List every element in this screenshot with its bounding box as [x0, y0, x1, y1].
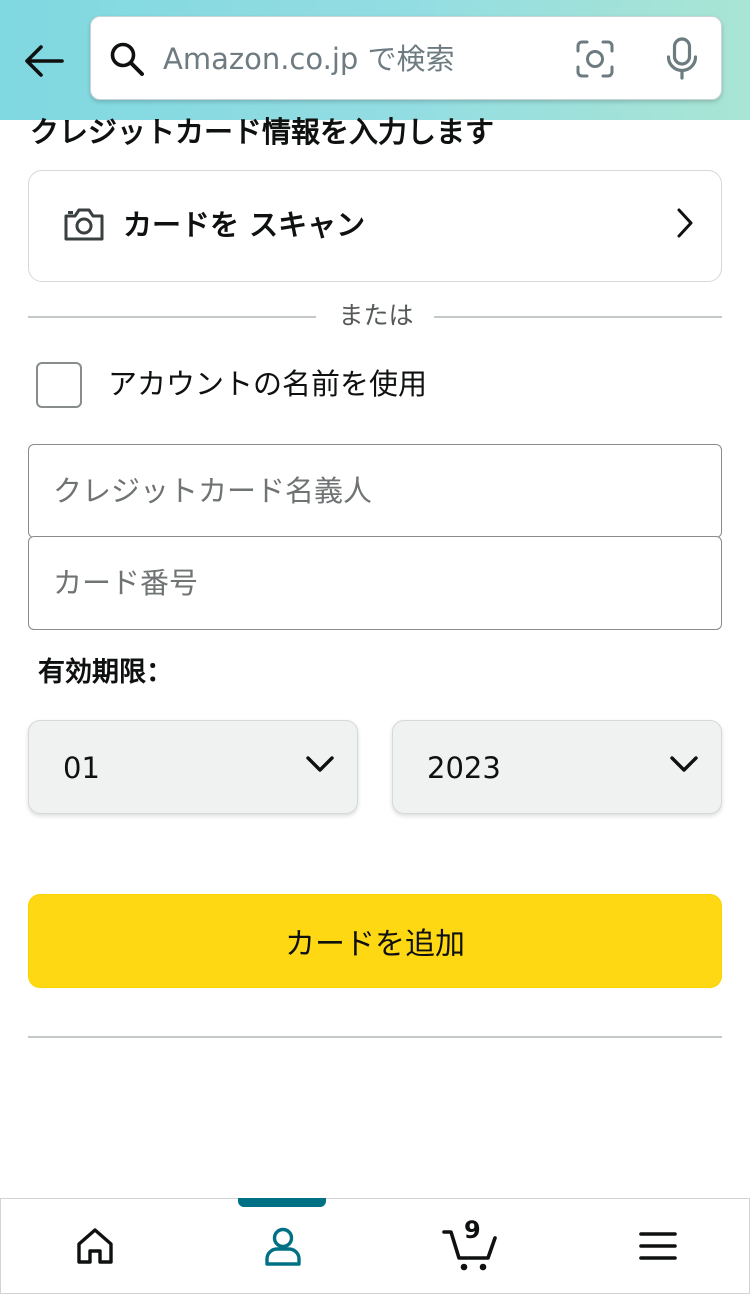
section-title: クレジットカード情報を入力します [30, 115, 495, 149]
camera-search-icon[interactable] [575, 39, 615, 79]
nav-account[interactable] [189, 1199, 376, 1293]
bottom-divider [28, 1036, 722, 1038]
expiry-year-select[interactable]: 2023 [392, 720, 722, 814]
header-bar [0, 0, 750, 120]
back-button[interactable] [14, 34, 74, 88]
nav-cart[interactable] [377, 1199, 564, 1293]
search-bar[interactable] [90, 16, 722, 100]
active-tab-indicator [238, 1198, 326, 1207]
or-divider: または [28, 296, 722, 336]
chevron-down-icon [670, 756, 698, 772]
divider-line-left [28, 316, 316, 318]
expiry-month-select[interactable]: 01 [28, 720, 358, 814]
chevron-down-icon [306, 756, 334, 772]
card-number-field[interactable] [28, 536, 722, 630]
chevron-right-icon [677, 208, 693, 238]
nav-menu[interactable] [564, 1199, 750, 1293]
bottom-nav [0, 1198, 750, 1294]
account-icon [264, 1227, 301, 1266]
nav-home[interactable] [1, 1199, 188, 1293]
add-card-button[interactable]: カードを追加 [28, 894, 722, 988]
search-input[interactable] [163, 35, 543, 83]
use-account-name-checkbox[interactable] [36, 362, 82, 408]
expiry-year-value: 2023 [427, 751, 501, 785]
search-icon [110, 42, 144, 76]
cart-count-badge: 9 [464, 1216, 481, 1244]
home-icon [76, 1228, 113, 1264]
scan-card-label: カードを スキャン [123, 208, 366, 242]
or-divider-text: または [338, 301, 414, 330]
scan-card-button[interactable]: カードを スキャン [28, 170, 722, 282]
divider-line-right [434, 316, 722, 318]
menu-icon [638, 1232, 677, 1260]
expiry-month-value: 01 [63, 751, 100, 785]
cardholder-name-field[interactable] [28, 444, 722, 538]
expiry-label: 有効期限： [38, 657, 173, 688]
microphone-icon[interactable] [665, 37, 699, 81]
use-account-name-label[interactable]: アカウントの名前を使用 [108, 364, 427, 404]
back-arrow-icon [25, 45, 64, 77]
camera-icon [64, 208, 104, 241]
